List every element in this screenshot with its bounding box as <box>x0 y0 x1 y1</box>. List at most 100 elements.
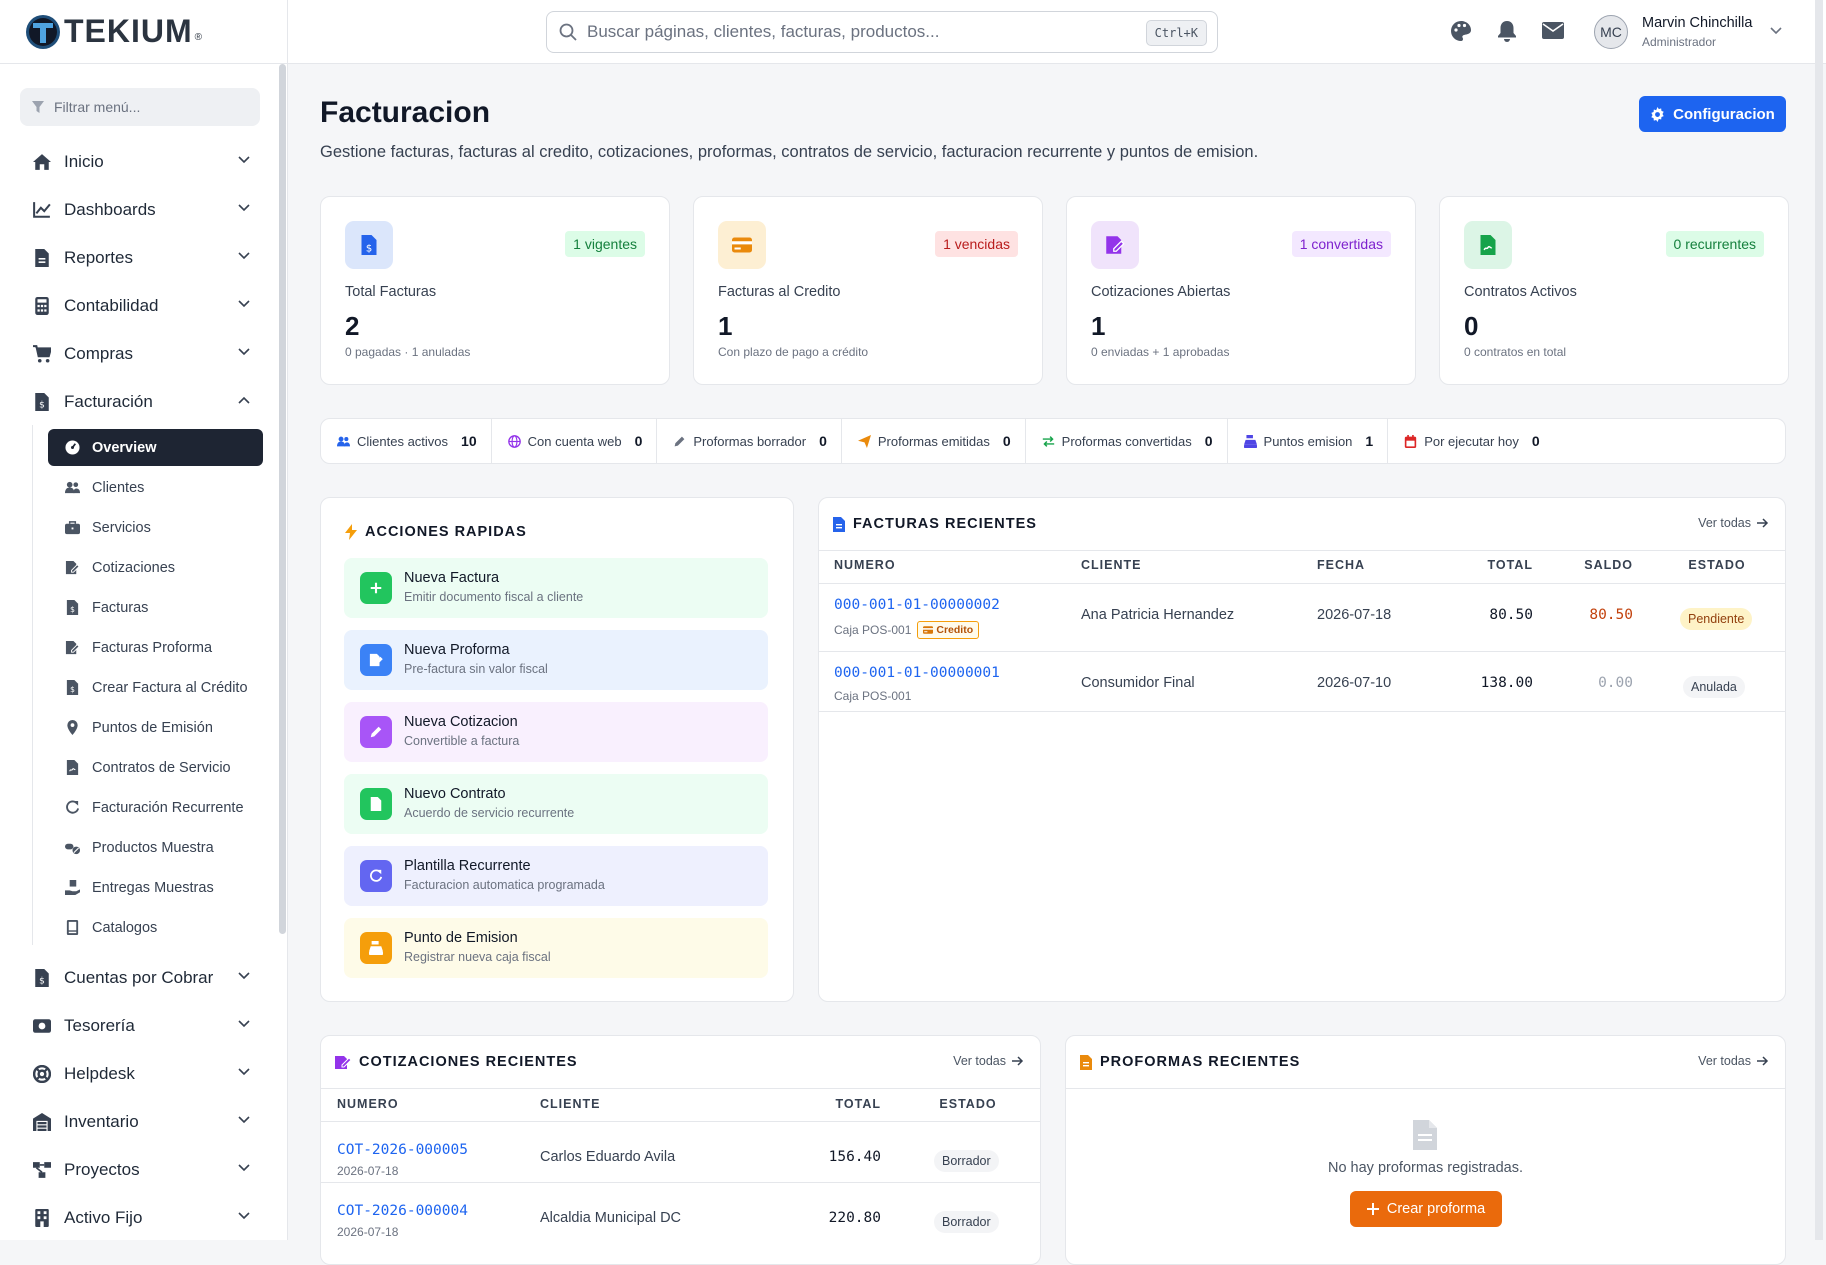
recent-quotes-title: COTIZACIONES RECIENTES <box>359 1054 578 1070</box>
stat-por-ejecutar-hoy[interactable]: Por ejecutar hoy 0 <box>1388 418 1553 464</box>
submenu-item-puntos-de-emision[interactable]: Puntos de Emisión <box>48 709 263 746</box>
stat-proformas-convertidas[interactable]: Proformas convertidas 0 <box>1026 418 1228 464</box>
sidebar-item-activo-fijo[interactable]: Activo Fijo <box>0 1195 270 1240</box>
chevron-down-icon[interactable] <box>238 1020 250 1028</box>
kpi-card-total-facturas[interactable]: $1 vigentes Total Facturas 2 0 pagadas · 1 … <box>320 196 670 385</box>
submenu-item-contratos-de-servicio[interactable]: Contratos de Servicio <box>48 749 263 786</box>
sidebar-item-contabilidad[interactable]: Contabilidad <box>0 283 270 329</box>
chevron-down-icon[interactable] <box>238 1116 250 1124</box>
page-title: Facturacion <box>320 96 491 129</box>
chevron-down-icon[interactable] <box>238 300 250 308</box>
kpi-card-cotizaciones-abiertas[interactable]: 1 convertidas Cotizaciones Abiertas 1 0 env… <box>1066 196 1416 385</box>
contract-icon <box>370 797 382 811</box>
sidebar-item-inventario[interactable]: Inventario <box>0 1099 270 1145</box>
quick-action-nuevo-contrato[interactable]: Nuevo Contrato Acuerdo de servicio recurr… <box>344 774 768 834</box>
sidebar-item-proyectos[interactable]: Proyectos <box>0 1147 270 1193</box>
stat-proformas-borrador[interactable]: Proformas borrador 0 <box>657 418 842 464</box>
invoice-status-badge: Anulada <box>1683 676 1745 698</box>
invoices-see-all-link[interactable]: Ver todas <box>1698 516 1769 530</box>
quote-date: 2026-07-18 <box>337 1225 399 1239</box>
submenu-item-productos-muestra[interactable]: Productos Muestra <box>48 829 263 866</box>
svg-text:$: $ <box>39 401 45 411</box>
chevron-down-icon[interactable] <box>238 1068 250 1076</box>
users-icon <box>64 481 80 494</box>
palette-icon[interactable] <box>1450 20 1472 42</box>
svg-text:$: $ <box>70 605 75 614</box>
user-name[interactable]: Marvin Chinchilla <box>1642 15 1752 31</box>
gauge-icon <box>64 440 80 455</box>
exchange-icon <box>1042 435 1054 447</box>
chevron-down-icon[interactable] <box>238 156 250 164</box>
sidebar-item-label: Inventario <box>64 1112 139 1131</box>
quick-action-plantilla-recurrente[interactable]: Plantilla Recurrente Facturacion automati… <box>344 846 768 906</box>
quote-client: Alcaldia Municipal DC <box>540 1210 682 1226</box>
submenu-item-clientes[interactable]: Clientes <box>48 469 263 506</box>
page-subtitle: Gestione facturas, facturas al credito, … <box>320 143 1259 161</box>
quick-actions-title: ACCIONES RAPIDAS <box>365 524 527 540</box>
quick-action-desc: Emitir documento fiscal a cliente <box>404 590 584 604</box>
mail-icon[interactable] <box>1542 22 1564 39</box>
submenu-item-overview[interactable]: Overview <box>48 429 263 466</box>
kpi-badge: 1 convertidas <box>1291 231 1391 257</box>
quotes-see-all-link[interactable]: Ver todas <box>953 1054 1024 1068</box>
topbar: Buscar páginas, clientes, facturas, prod… <box>288 0 1826 64</box>
calculator-icon <box>35 297 49 315</box>
submenu-item-facturas-proforma[interactable]: Facturas Proforma <box>48 629 263 666</box>
chevron-down-icon[interactable] <box>238 348 250 356</box>
submenu-item-entregas-muestras[interactable]: Entregas Muestras <box>48 869 263 906</box>
search-input[interactable]: Buscar páginas, clientes, facturas, prod… <box>546 11 1218 53</box>
invoice-icon <box>833 516 845 532</box>
sidebar-item-facturacion[interactable]: $ Facturación <box>0 379 270 425</box>
quick-action-icon-box <box>360 716 392 748</box>
brand-logo[interactable]: TEKIUM ® <box>0 0 287 64</box>
sidebar-item-helpdesk[interactable]: Helpdesk <box>0 1051 270 1097</box>
stat-clientes-activos[interactable]: Clientes activos 10 <box>321 418 492 464</box>
sidebar-item-reportes[interactable]: Reportes <box>0 235 270 281</box>
create-proforma-button[interactable]: Crear proforma <box>1350 1191 1502 1227</box>
chevron-up-icon[interactable] <box>238 396 250 404</box>
kpi-card-contratos-activos[interactable]: 0 recurrentes Contratos Activos 0 0 contrat… <box>1439 196 1789 385</box>
quick-action-nueva-proforma[interactable]: Nueva Proforma Pre-factura sin valor fisc… <box>344 630 768 690</box>
sidebar-item-inicio[interactable]: Inicio <box>0 139 270 185</box>
chevron-down-icon[interactable] <box>238 1164 250 1172</box>
quick-action-punto-de-emision[interactable]: Punto de Emision Registrar nueva caja fis… <box>344 918 768 978</box>
submenu-item-servicios[interactable]: Servicios <box>48 509 263 546</box>
stat-con-cuenta-web[interactable]: Con cuenta web 0 <box>492 418 658 464</box>
proformas-empty-text: No hay proformas registradas. <box>1327 1160 1524 1176</box>
bell-icon[interactable] <box>1497 20 1517 42</box>
stat-puntos-emision[interactable]: Puntos emision 1 <box>1228 418 1389 464</box>
page-scrollbar[interactable] <box>1815 0 1823 1240</box>
kpi-value: 1 <box>718 311 733 341</box>
kpi-card-facturas-al-credito[interactable]: 1 vencidas Facturas al Credito 1 Con plazo … <box>693 196 1043 385</box>
invoice-date: 2026-07-10 <box>1317 675 1392 691</box>
sidebar-item-tesoreria[interactable]: Tesorería <box>0 1003 270 1049</box>
quick-action-nueva-cotizacion[interactable]: Nueva Cotizacion Convertible a factura <box>344 702 768 762</box>
quote-number-link[interactable]: COT-2026-000004 <box>337 1203 468 1219</box>
quote-number-link[interactable]: COT-2026-000005 <box>337 1142 468 1158</box>
avatar[interactable]: MC <box>1594 15 1628 49</box>
submenu-item-cotizaciones[interactable]: Cotizaciones <box>48 549 263 586</box>
sidebar-item-dashboards[interactable]: Dashboards <box>0 187 270 233</box>
sidebar-scrollbar[interactable] <box>279 64 286 934</box>
menu-filter-input[interactable]: Filtrar menú... <box>20 88 260 126</box>
invoice-number-link[interactable]: 000-001-01-00000001 <box>834 665 1000 681</box>
chevron-down-icon[interactable] <box>238 1212 250 1220</box>
sidebar-item-compras[interactable]: Compras <box>0 331 270 377</box>
submenu-item-crear-factura-al-credito[interactable]: $ Crear Factura al Crédito <box>48 669 263 706</box>
submenu-item-facturas[interactable]: $ Facturas <box>48 589 263 626</box>
chevron-down-icon[interactable] <box>238 972 250 980</box>
chevron-down-icon[interactable] <box>1770 27 1782 35</box>
warehouse-icon <box>33 1113 51 1131</box>
chevron-down-icon[interactable] <box>238 204 250 212</box>
sidebar-item-cuentas-por-cobrar[interactable]: $ Cuentas por Cobrar <box>0 955 270 1001</box>
quick-action-nueva-factura[interactable]: Nueva Factura Emitir documento fiscal a c… <box>344 558 768 618</box>
chevron-down-icon[interactable] <box>238 252 250 260</box>
config-button[interactable]: Configuracion <box>1639 96 1786 132</box>
proformas-see-all-link[interactable]: Ver todas <box>1698 1054 1769 1068</box>
submenu-item-facturacion-recurrente[interactable]: Facturación Recurrente <box>48 789 263 826</box>
globe-icon <box>507 434 521 448</box>
invoice-number-link[interactable]: 000-001-01-00000002 <box>834 597 1000 613</box>
submenu-item-label: Facturas <box>92 599 149 616</box>
stat-proformas-emitidas[interactable]: Proformas emitidas 0 <box>842 418 1026 464</box>
submenu-item-catalogos[interactable]: Catalogos <box>48 909 263 946</box>
